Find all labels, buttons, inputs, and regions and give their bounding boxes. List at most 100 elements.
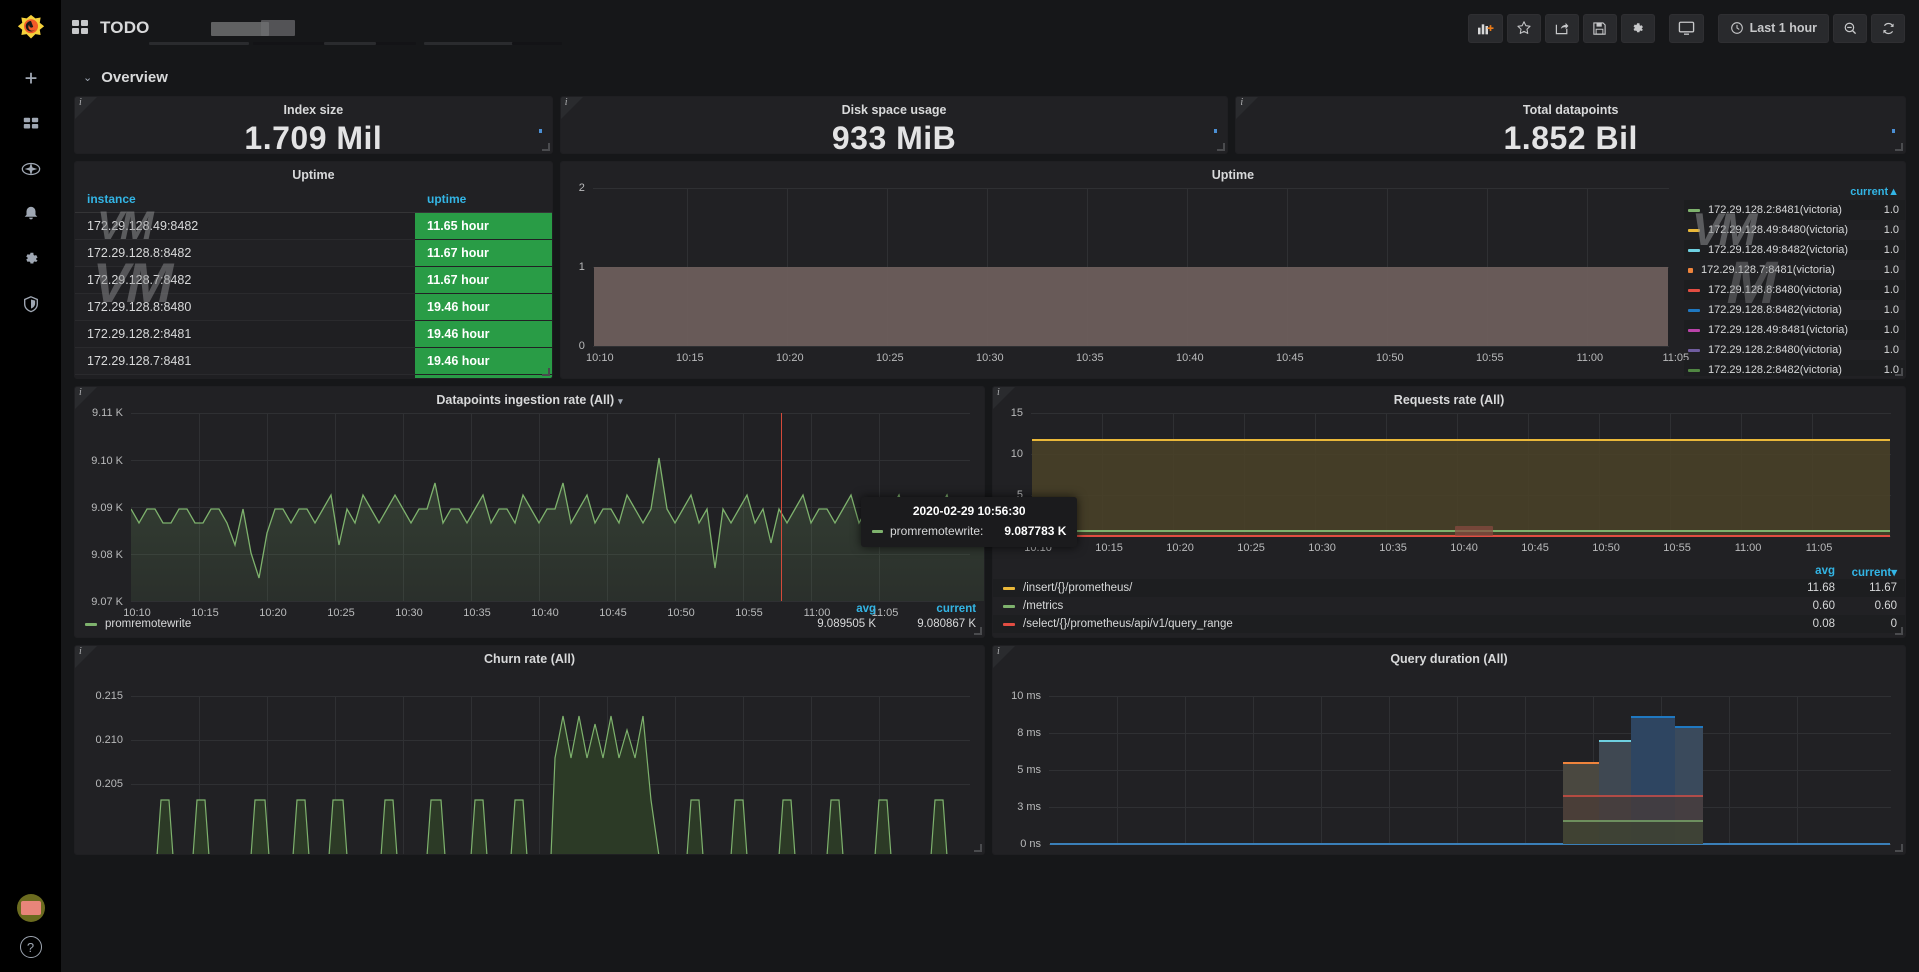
legend-item[interactable]: /select/{}/prometheus/api/v1/query_range… <box>993 615 1905 633</box>
info-icon[interactable]: i <box>565 97 568 108</box>
table-row[interactable]: 172.29.128.7:8481 19.46 hour <box>75 348 552 375</box>
info-icon[interactable]: i <box>79 646 82 657</box>
legend-item[interactable]: /metrics 0.60 0.60 <box>993 597 1905 615</box>
panel-index-size[interactable]: i Index size 1.709 Mil <box>74 96 553 154</box>
panel-resize-handle[interactable] <box>1895 627 1903 635</box>
gridline <box>1031 413 1891 414</box>
series-block-green <box>1563 820 1703 844</box>
legend-col-avg[interactable]: avg <box>756 603 876 615</box>
panel-resize-handle[interactable] <box>542 368 550 376</box>
legend-item[interactable]: /insert/{}/prometheus/ 11.68 11.67 <box>993 579 1905 597</box>
panel-resize-handle[interactable] <box>1895 368 1903 376</box>
table-row[interactable]: 172.29.128.49:8482 11.65 hour <box>75 213 552 240</box>
zoom-out-button[interactable] <box>1833 14 1867 43</box>
uptime-graph-plot[interactable]: 2 1 0 <box>561 186 1677 376</box>
panel-datapoints-ingestion-rate[interactable]: i Datapoints ingestion rate (All)▾ 9.11 … <box>74 386 985 638</box>
ingestion-plot[interactable]: 9.11 K 9.10 K 9.09 K 9.08 K 9.07 K <box>75 411 980 579</box>
panel-title: Uptime <box>561 162 1905 186</box>
legend-item[interactable]: 172.29.128.49:8481(victoria) 1.0 <box>1684 320 1905 340</box>
uptime-table-scroll[interactable]: instance uptime 172.29.128.49:8482 11.65… <box>75 186 552 379</box>
legend-sort-current[interactable]: current▲ <box>1850 186 1899 198</box>
xtick-label: 10:25 <box>1237 542 1265 554</box>
sidebar-item-server-admin[interactable] <box>0 281 61 326</box>
dashboard-settings-button[interactable] <box>1621 14 1655 43</box>
legend-series-label: /insert/{}/prometheus/ <box>1023 582 1765 594</box>
panel-resize-handle[interactable] <box>1895 143 1903 151</box>
row-title: Overview <box>101 69 168 86</box>
legend-item[interactable]: 172.29.128.8:8482(victoria) 1.0 <box>1684 300 1905 320</box>
legend-col-avg[interactable]: avg <box>1765 565 1835 579</box>
info-icon[interactable]: i <box>1240 97 1243 108</box>
time-range-picker[interactable]: Last 1 hour <box>1718 14 1829 43</box>
legend-color-swatch <box>1688 329 1700 332</box>
churn-plot[interactable]: 0.215 0.210 0.205 <box>75 670 980 854</box>
table-row[interactable]: 172.29.128.7:8482 11.67 hour <box>75 267 552 294</box>
avatar[interactable] <box>17 894 45 922</box>
panel-query-duration[interactable]: i Query duration (All) 10 ms 8 ms 5 ms 3… <box>992 645 1906 855</box>
table-header-row: instance uptime <box>75 186 552 213</box>
share-button[interactable] <box>1545 14 1579 43</box>
table-row[interactable]: 172.29.128.2:8482 19.46 hour <box>75 375 552 380</box>
xtick-label: 11:00 <box>1735 542 1762 554</box>
breadcrumb[interactable]: TODO <box>71 18 150 38</box>
legend-item[interactable]: 172.29.128.2:8480(victoria) 1.0 <box>1684 340 1905 360</box>
table-row[interactable]: 172.29.128.8:8482 11.67 hour <box>75 240 552 267</box>
panel-uptime-graph[interactable]: Uptime 2 1 0 <box>560 161 1906 379</box>
info-icon[interactable]: i <box>79 97 82 108</box>
add-panel-button[interactable] <box>1468 14 1503 43</box>
panel-resize-handle[interactable] <box>1217 143 1225 151</box>
ingestion-legend[interactable]: avg current promremotewrite 9.089505 K 9… <box>75 601 984 633</box>
legend-item[interactable]: 172.29.128.7:8481(victoria) 1.0 <box>1684 260 1905 280</box>
panel-total-datapoints[interactable]: i Total datapoints 1.852 Bil <box>1235 96 1906 154</box>
legend-color-swatch <box>1688 209 1700 212</box>
legend-item[interactable]: promremotewrite 9.089505 K 9.080867 K <box>75 615 984 633</box>
legend-item[interactable]: 172.29.128.2:8481(victoria) 1.0 <box>1684 200 1905 220</box>
table-row[interactable]: 172.29.128.8:8480 19.46 hour <box>75 294 552 321</box>
refresh-button[interactable] <box>1871 14 1905 43</box>
gridline <box>1049 733 1891 734</box>
panel-resize-handle[interactable] <box>974 844 982 852</box>
sidebar-item-explore[interactable] <box>0 146 61 191</box>
info-icon[interactable]: i <box>997 387 1000 398</box>
column-header-instance[interactable]: instance <box>75 186 415 213</box>
legend-item[interactable]: 172.29.128.49:8480(victoria) 1.0 <box>1684 220 1905 240</box>
info-icon[interactable]: i <box>997 646 1000 657</box>
grafana-logo-icon[interactable] <box>0 0 61 56</box>
legend-series-current: 1.0 <box>1865 364 1899 376</box>
legend-col-current[interactable]: current▾ <box>1835 565 1897 579</box>
legend-color-swatch <box>85 623 97 626</box>
kiosk-mode-button[interactable] <box>1669 14 1704 43</box>
help-icon[interactable]: ? <box>20 936 42 958</box>
sidebar-item-create[interactable] <box>0 56 61 101</box>
query-duration-plot[interactable]: 10 ms 8 ms 5 ms 3 ms 0 ns <box>993 670 1901 854</box>
save-button[interactable] <box>1583 14 1617 43</box>
legend-item[interactable]: 172.29.128.49:8482(victoria) 1.0 <box>1684 240 1905 260</box>
row-header-overview[interactable]: ⌄ Overview <box>83 62 1906 92</box>
panel-churn-rate[interactable]: i Churn rate (All) 0.215 0.210 0.205 <box>74 645 985 855</box>
requests-plot[interactable]: 15 10 5 0 <box>993 411 1901 561</box>
column-header-uptime[interactable]: uptime <box>415 186 552 213</box>
grafana-app: ? TODO <box>0 0 1919 972</box>
legend-series-current: 1.0 <box>1865 344 1899 356</box>
panel-resize-handle[interactable] <box>974 627 982 635</box>
legend-col-current[interactable]: current <box>876 603 976 615</box>
table-row[interactable]: 172.29.128.2:8481 19.46 hour <box>75 321 552 348</box>
panel-resize-handle[interactable] <box>1895 844 1903 852</box>
uptime-graph-legend[interactable]: current▲ 172.29.128.2:8481(victoria) 1.0… <box>1680 186 1905 376</box>
panel-resize-handle[interactable] <box>542 143 550 151</box>
sidebar-item-alerting[interactable] <box>0 191 61 236</box>
star-button[interactable] <box>1507 14 1541 43</box>
panel-uptime-table[interactable]: Uptime instance uptime 172 <box>74 161 553 379</box>
legend-item[interactable]: 172.29.128.2:8482(victoria) 1.0 <box>1684 360 1905 376</box>
panel-title: Uptime <box>75 162 552 186</box>
sidebar-item-configuration[interactable] <box>0 236 61 281</box>
legend-item[interactable]: 172.29.128.8:8480(victoria) 1.0 <box>1684 280 1905 300</box>
share-icon <box>1554 20 1570 36</box>
sidebar-item-dashboards[interactable] <box>0 101 61 146</box>
panel-disk-space-usage[interactable]: i Disk space usage 933 MiB <box>560 96 1229 154</box>
ytick-label: 0.210 <box>75 734 123 746</box>
requests-legend[interactable]: avg current▾ /insert/{}/prometheus/ 11.6… <box>993 563 1905 633</box>
info-icon[interactable]: i <box>79 387 82 398</box>
panel-requests-rate[interactable]: i Requests rate (All) 15 10 5 0 <box>992 386 1906 638</box>
panel-title[interactable]: Datapoints ingestion rate (All)▾ <box>75 387 984 411</box>
